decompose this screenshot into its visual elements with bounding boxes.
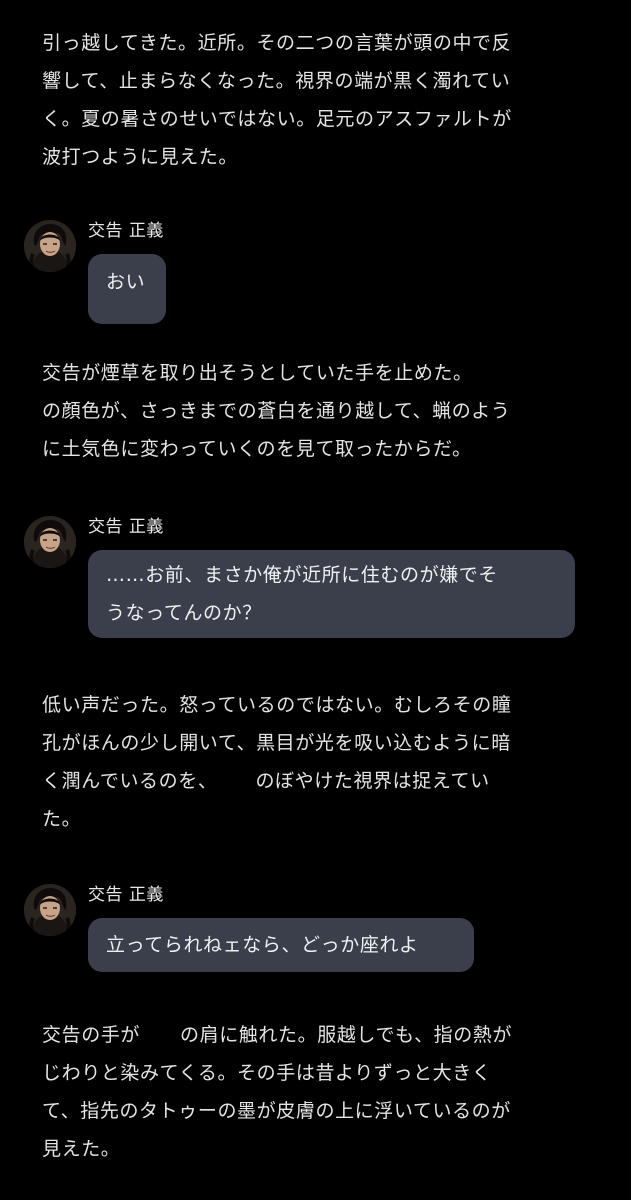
narration-line: た。 <box>42 808 82 830</box>
narration-line: に土気色に変わっていくのを見て取ったからだ。 <box>42 438 472 460</box>
narration-line: 見えた。 <box>42 1138 121 1160</box>
narration-paragraph: 交告が煙草を取り出そうとしていた手を止めた。 の顔色が、さっきまでの蒼白を通り越… <box>42 354 592 468</box>
narration-line: て、指先のタトゥーの墨が皮膚の上に浮いているのが <box>42 1100 511 1122</box>
narration-paragraph: 交告の手が の肩に触れた。服越しでも、指の熱が じわりと染みてくる。その手は昔よ… <box>42 1016 592 1168</box>
message-bubble: おい <box>88 254 166 324</box>
narration-line: 交告が煙草を取り出そうとしていた手を止めた。 <box>42 362 473 384</box>
sender-name: 交告 正義 <box>88 517 164 537</box>
sender-name: 交告 正義 <box>88 885 164 905</box>
message-text-line: ……お前、まさか俺が近所に住むのが嫌でそ <box>106 564 499 586</box>
character-portrait-icon[interactable] <box>24 516 76 568</box>
narration-line: 響して、止まらなくなった。視界の端が黒く濁れてい <box>42 70 511 92</box>
narration-line: 低い声だった。怒っているのではない。むしろその瞳 <box>42 694 512 716</box>
character-portrait-icon[interactable] <box>24 220 76 272</box>
narration-line: の顔色が、さっきまでの蒼白を通り越して、蝋のよう <box>42 400 511 422</box>
narration-line: く潤んでいるのを、 のぼやけた視界は捉えてい <box>42 762 592 800</box>
narration-line: 孔がほんの少し開いて、黒目が光を吸い込むように暗 <box>42 732 511 754</box>
character-portrait-icon[interactable] <box>24 884 76 936</box>
narration-line: 波打つように見えた。 <box>42 146 239 168</box>
narration-paragraph: 引っ越してきた。近所。その二つの言葉が頭の中で反 響して、止まらなくなった。視界… <box>42 24 592 176</box>
message-text-line: 立ってられねェなら、どっか座れよ <box>106 934 419 956</box>
sender-name: 交告 正義 <box>88 221 164 241</box>
message-bubble: ……お前、まさか俺が近所に住むのが嫌でそ うなってんのか？ <box>88 550 575 638</box>
narration-line: く。夏の暑さのせいではない。足元のアスファルトが <box>42 108 512 130</box>
narration-paragraph: 低い声だった。怒っているのではない。むしろその瞳 孔がほんの少し開いて、黒目が光… <box>42 686 592 838</box>
message-text-line: おい <box>106 271 146 293</box>
narration-fragment: のぼやけた視界は捉えてい <box>255 770 490 792</box>
message-text-line: うなってんのか？ <box>106 602 262 624</box>
message-bubble: 立ってられねェなら、どっか座れよ <box>88 918 474 972</box>
narration-fragment: の肩に触れた。服越しでも、指の熱が <box>180 1024 513 1046</box>
narration-line: 交告の手が の肩に触れた。服越しでも、指の熱が <box>42 1016 592 1054</box>
narration-line: 引っ越してきた。近所。その二つの言葉が頭の中で反 <box>42 32 512 54</box>
narration-line: じわりと染みてくる。その手は昔よりずっと大きく <box>42 1062 492 1084</box>
narration-fragment: 交告の手が <box>42 1024 141 1046</box>
narration-fragment: く潤んでいるのを、 <box>42 770 218 792</box>
